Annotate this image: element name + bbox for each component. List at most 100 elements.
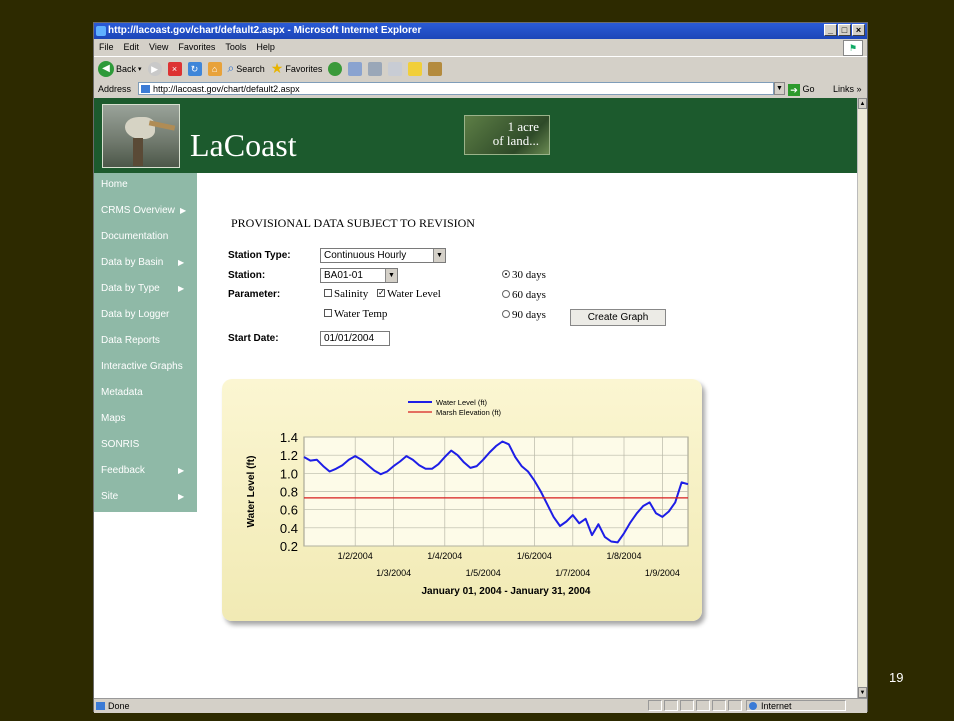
address-label: Address xyxy=(98,84,132,94)
start-date-input[interactable]: 01/01/2004 xyxy=(320,331,390,346)
sidebar-item-data-by-logger[interactable]: Data by Logger xyxy=(101,309,169,320)
chevron-right-icon: ▶ xyxy=(178,284,185,293)
page-viewport: LaCoast 1 acre of land... Home CRMS Over… xyxy=(94,98,857,698)
page-title: PROVISIONAL DATA SUBJECT TO REVISION xyxy=(231,216,475,230)
vertical-scrollbar[interactable]: ▲ ▼ xyxy=(857,98,867,698)
y-tick-label: 1.4 xyxy=(280,430,298,445)
mail-icon[interactable] xyxy=(348,61,363,76)
water-temp-label: Water Temp xyxy=(334,308,388,320)
sidebar-item-metadata[interactable]: Metadata xyxy=(101,387,143,398)
search-label: Search xyxy=(236,63,265,74)
sidebar-item-feedback[interactable]: Feedback xyxy=(101,465,145,476)
favorites-label: Favorites xyxy=(285,63,323,74)
close-button[interactable]: × xyxy=(852,24,865,36)
scroll-up-button[interactable]: ▲ xyxy=(858,98,867,109)
range-30-radio[interactable]: 30 days xyxy=(502,269,546,281)
print-icon[interactable] xyxy=(368,61,383,76)
radio-icon xyxy=(502,310,510,319)
sidebar-item-documentation[interactable]: Documentation xyxy=(101,231,168,242)
search-button[interactable]: ⌕ Search xyxy=(228,61,265,76)
station-value: BA01-01 xyxy=(324,270,363,281)
minimize-button[interactable]: _ xyxy=(824,24,837,36)
salinity-checkbox[interactable]: Salinity xyxy=(324,288,368,300)
salinity-label: Salinity xyxy=(334,288,369,300)
x-tick-label: 1/6/2004 xyxy=(517,551,552,561)
x-tick-label: 1/4/2004 xyxy=(427,551,462,561)
folder-icon[interactable] xyxy=(408,61,423,76)
sidebar-item-maps[interactable]: Maps xyxy=(101,413,125,424)
sidebar-item-sonris[interactable]: SONRIS xyxy=(101,439,139,450)
forward-button[interactable]: ▶ xyxy=(147,61,162,76)
go-button[interactable]: ➔ Go xyxy=(788,81,815,97)
status-text: Done xyxy=(108,701,130,711)
sidebar-item-site[interactable]: Site xyxy=(101,491,118,502)
back-arrow-icon: ◀ xyxy=(98,60,114,77)
y-tick-label: 1.0 xyxy=(280,466,298,481)
sidebar-item-data-reports[interactable]: Data Reports xyxy=(101,335,160,346)
favorites-button[interactable]: ★ Favorites xyxy=(271,60,323,77)
back-label: Back xyxy=(116,63,137,74)
scroll-down-button[interactable]: ▼ xyxy=(858,687,867,698)
star-icon: ★ xyxy=(270,60,284,76)
sidebar-item-data-by-basin[interactable]: Data by Basin xyxy=(101,257,163,268)
station-type-select[interactable]: Continuous Hourly ▼ xyxy=(320,248,446,263)
menu-view[interactable]: View xyxy=(144,40,173,55)
water-level-checkbox[interactable]: ✓ Water Level xyxy=(377,288,441,300)
security-zone: Internet xyxy=(746,700,846,711)
chevron-right-icon: ▶ xyxy=(178,466,185,475)
home-icon[interactable]: ⌂ xyxy=(207,61,222,76)
refresh-icon[interactable]: ↻ xyxy=(187,61,202,76)
maximize-button[interactable]: □ xyxy=(838,24,851,36)
station-type-value: Continuous Hourly xyxy=(324,250,407,261)
chevron-down-icon: ▼ xyxy=(385,269,397,282)
edit-icon[interactable] xyxy=(388,61,403,76)
chevron-right-icon: ▶ xyxy=(178,492,185,501)
history-icon[interactable] xyxy=(328,61,343,76)
site-banner: LaCoast 1 acre of land... xyxy=(94,98,857,173)
x-tick-label: 1/3/2004 xyxy=(376,568,411,578)
title-bar: http://lacoast.gov/chart/default2.aspx -… xyxy=(94,23,867,39)
back-button[interactable]: ◀ Back ▾ xyxy=(98,60,142,77)
menu-file[interactable]: File xyxy=(94,40,119,55)
range-60-radio[interactable]: 60 days xyxy=(502,289,546,301)
station-select[interactable]: BA01-01 ▼ xyxy=(320,268,398,283)
address-dropdown-button[interactable]: ▼ xyxy=(774,82,785,95)
water-level-chart: 1.4 1.2 1.0 0.8 0.6 0.4 0.2 1/2/20041/3/2004 1/4… xyxy=(246,398,689,597)
sidebar-item-data-by-type[interactable]: Data by Type xyxy=(101,283,160,294)
windows-logo-icon: ⚑ xyxy=(843,40,863,56)
create-graph-button[interactable]: Create Graph xyxy=(570,309,666,326)
menu-edit[interactable]: Edit xyxy=(119,40,145,55)
site-logo[interactable]: LaCoast xyxy=(190,127,297,163)
acre-of-land-image: 1 acre of land... xyxy=(464,115,550,155)
chevron-right-icon: ▶ xyxy=(178,258,185,267)
chevron-right-icon: ▶ xyxy=(180,206,187,215)
toolbar: ◀ Back ▾ ▶ × ↻ ⌂ ⌕ Search ★ Favorites xyxy=(94,56,867,80)
menu-tools[interactable]: Tools xyxy=(220,40,251,55)
menu-favorites[interactable]: Favorites xyxy=(173,40,220,55)
chart-panel: 1.4 1.2 1.0 0.8 0.6 0.4 0.2 1/2/2004 1/3/2004 1/4… xyxy=(222,379,702,621)
sidebar-item-crms-overview[interactable]: CRMS Overview xyxy=(101,205,175,216)
checkbox-icon xyxy=(324,289,332,298)
x-tick-label: 1/2/2004 xyxy=(338,551,373,561)
range-90-radio[interactable]: 90 days xyxy=(502,309,546,321)
range-60-label: 60 days xyxy=(512,289,546,301)
menu-bar: File Edit View Favorites Tools Help xyxy=(94,40,867,55)
parameter-label: Parameter: xyxy=(228,289,281,300)
range-30-label: 30 days xyxy=(512,269,546,281)
address-bar: Address http://lacoast.gov/chart/default… xyxy=(94,81,867,97)
checkbox-icon xyxy=(324,309,332,318)
status-bar: Done Internet xyxy=(94,698,867,713)
messenger-icon[interactable] xyxy=(428,61,443,76)
x-tick-label: 1/5/2004 xyxy=(466,568,501,578)
station-label: Station: xyxy=(228,270,266,281)
window-title: http://lacoast.gov/chart/default2.aspx -… xyxy=(108,25,422,36)
globe-icon xyxy=(749,702,757,710)
legend-label: Marsh Elevation (ft) xyxy=(436,408,502,417)
stop-icon[interactable]: × xyxy=(167,61,182,76)
sidebar-item-home[interactable]: Home xyxy=(101,179,128,190)
address-input[interactable]: http://lacoast.gov/chart/default2.aspx xyxy=(138,82,774,95)
links-button[interactable]: Links » xyxy=(833,81,862,97)
menu-help[interactable]: Help xyxy=(251,40,280,55)
water-temp-checkbox[interactable]: Water Temp xyxy=(324,308,387,320)
sidebar-item-interactive-graphs[interactable]: Interactive Graphs xyxy=(101,361,183,372)
